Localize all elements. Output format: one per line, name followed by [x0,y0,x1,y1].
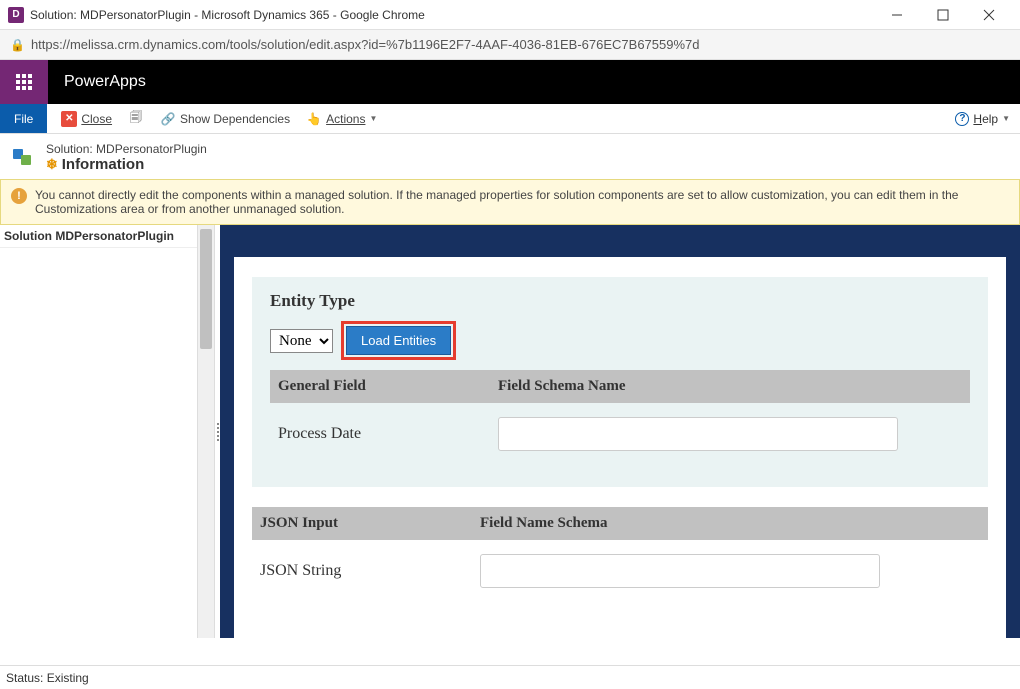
json-string-label: JSON String [260,562,480,580]
warning-banner: ! You cannot directly edit the component… [0,179,1020,225]
file-tab[interactable]: File [0,104,47,133]
process-date-input[interactable] [498,417,898,451]
process-date-label: Process Date [278,425,498,443]
solution-icon [10,142,38,170]
chevron-down-icon: ▼ [1002,114,1010,123]
export-button[interactable]: 🗐 [128,111,144,127]
actions-label: Actions [326,112,365,126]
warning-text: You cannot directly edit the components … [35,188,1009,216]
json-string-row: JSON String [252,540,988,602]
powerapps-brand: PowerApps [48,60,162,104]
scrollbar-thumb[interactable] [200,229,213,349]
close-label: Close [81,112,112,126]
warning-icon: ! [11,188,27,204]
load-entities-button[interactable]: Load Entities [346,326,451,355]
load-entities-highlight: Load Entities [341,321,456,360]
json-string-input[interactable] [480,554,880,588]
actions-icon: 👆 [306,111,322,127]
json-section: JSON Input Field Name Schema JSON String [252,507,988,602]
status-text: Status: Existing [6,671,89,685]
json-column-headers: JSON Input Field Name Schema [252,507,988,540]
col-json-input: JSON Input [260,515,480,532]
toolbar: File ✕ Close 🗐 🔗 Show Dependencies 👆 Act… [0,104,1020,134]
tree-title: Solution MDPersonatorPlugin [0,225,197,248]
app-launcher-button[interactable] [0,60,48,104]
waffle-icon [16,74,32,90]
maximize-button[interactable] [920,0,966,30]
url-text: https://melissa.crm.dynamics.com/tools/s… [31,37,700,52]
lock-icon: 🔒 [10,38,25,52]
help-label: Help [973,112,998,126]
solution-header: Solution: MDPersonatorPlugin ❄ Informati… [0,134,1020,179]
chevron-down-icon: ▼ [369,114,377,123]
content-area: Entity Type None Load Entities General F… [220,225,1020,638]
page-title: Information [62,156,145,173]
window-title: Solution: MDPersonatorPlugin - Microsoft… [30,8,874,22]
minimize-button[interactable] [874,0,920,30]
solution-breadcrumb: Solution: MDPersonatorPlugin [46,142,207,156]
entity-column-headers: General Field Field Schema Name [270,370,970,403]
entity-select[interactable]: None [270,329,333,353]
entity-section-title: Entity Type [270,291,970,311]
show-deps-label: Show Dependencies [180,112,290,126]
help-icon: ? [955,112,969,126]
actions-menu[interactable]: 👆 Actions ▼ [306,111,377,127]
entity-type-section: Entity Type None Load Entities General F… [252,277,988,487]
splitter-handle[interactable] [214,225,220,638]
close-window-button[interactable] [966,0,1012,30]
close-icon: ✕ [61,111,77,127]
browser-url-bar: 🔒 https://melissa.crm.dynamics.com/tools… [0,30,1020,60]
status-bar: Status: Existing [0,665,1020,689]
gear-icon: ❄ [46,156,58,173]
help-button[interactable]: ? Help ▼ [945,104,1020,133]
process-date-row: Process Date [270,403,970,465]
window-controls [874,0,1012,30]
app-icon: D [8,7,24,23]
sidebar-scrollbar[interactable] [197,225,215,638]
powerapps-header: PowerApps [0,60,1020,104]
export-icon: 🗐 [128,111,144,127]
show-dependencies-button[interactable]: 🔗 Show Dependencies [160,111,290,127]
dependencies-icon: 🔗 [160,111,176,127]
col-general-field: General Field [278,378,498,395]
close-button[interactable]: ✕ Close [61,111,112,127]
col-field-name-schema: Field Name Schema [480,515,607,532]
navigation-sidebar: Solution MDPersonatorPlugin [0,225,220,638]
col-schema-name: Field Schema Name [498,378,625,395]
window-title-bar: D Solution: MDPersonatorPlugin - Microso… [0,0,1020,30]
